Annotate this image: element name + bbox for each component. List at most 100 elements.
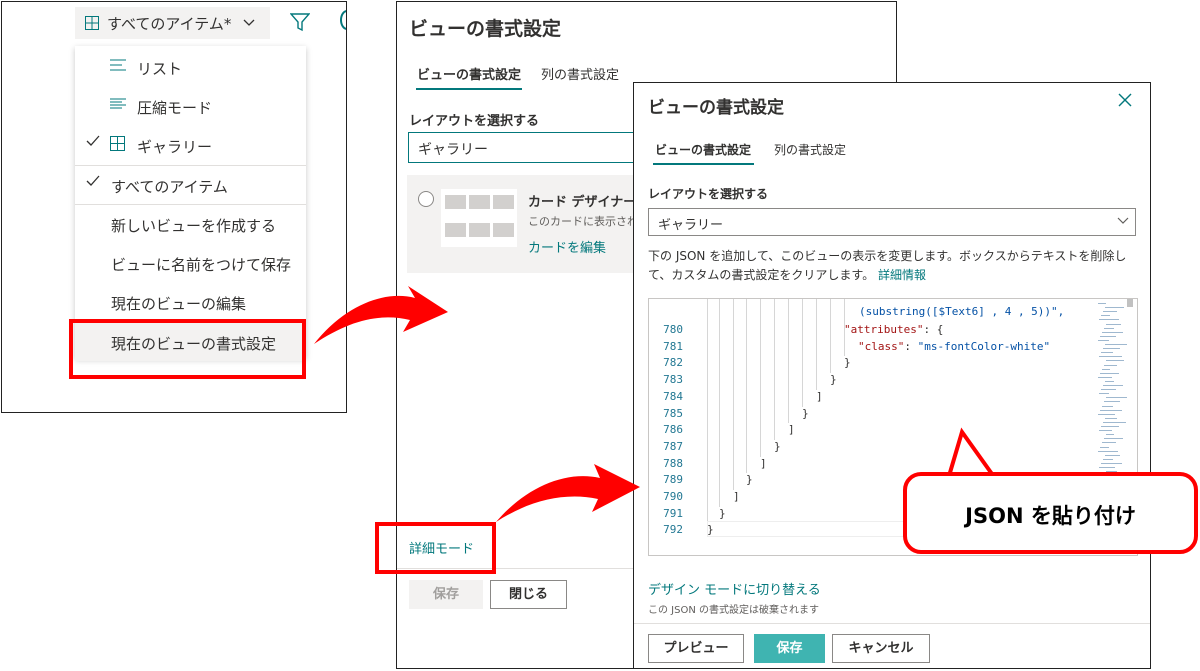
chevron-down-icon <box>243 19 255 26</box>
minimap-line <box>1101 426 1119 427</box>
minimap-line <box>1099 467 1115 468</box>
edit-card-link[interactable]: カードを編集 <box>528 237 606 256</box>
save-button[interactable]: 保存 <box>409 580 483 609</box>
compact-list-icon <box>110 98 126 109</box>
minimap-line <box>1101 315 1110 317</box>
panel-title: ビューの書式設定 <box>648 98 784 118</box>
minimap-line <box>1104 327 1114 329</box>
minimap-line <box>1102 405 1113 407</box>
save-button[interactable]: 保存 <box>754 634 825 663</box>
indent-guide <box>707 299 708 524</box>
code-line: } <box>830 373 837 387</box>
view-switcher-label: すべてのアイテム* <box>107 14 232 33</box>
line-number: 781 <box>663 339 683 353</box>
minimap-line <box>1103 385 1123 386</box>
card-description: このカードに表示され <box>528 215 638 228</box>
menu-item-label: ギャラリー <box>137 138 213 156</box>
line-number: 791 <box>663 506 683 520</box>
view-dropdown-menu: リスト 圧縮モード ギャラリー すべてのアイテム 新しいビューを作成する ビュー… <box>75 46 306 361</box>
menu-item-label: リスト <box>137 60 183 78</box>
minimap-line <box>1098 413 1115 415</box>
tab-underline <box>416 88 522 90</box>
code-token: : <box>904 339 918 353</box>
json-description: 下の JSON を追加して、このビューの表示を変更します。ボックスからテキストを… <box>648 247 1143 285</box>
menu-item-edit-view[interactable]: 現在のビューの編集 <box>75 283 306 321</box>
indent-guide <box>816 299 817 390</box>
code-line: } <box>719 506 726 520</box>
menu-item-label: 圧縮モード <box>137 99 213 117</box>
minimap-line <box>1106 434 1114 436</box>
minimap-line <box>1100 372 1119 374</box>
gallery-grid-icon <box>110 136 125 151</box>
tab-format-view[interactable]: ビューの書式設定 <box>655 141 751 158</box>
line-number: 789 <box>663 473 683 487</box>
minimap-line <box>1104 401 1120 403</box>
minimap-line <box>1104 438 1123 440</box>
minimap-line <box>1103 458 1113 460</box>
code-line: ] <box>788 423 795 437</box>
minimap-line <box>1106 397 1127 399</box>
layout-select[interactable]: ギャラリー <box>648 208 1136 236</box>
tab-format-view[interactable]: ビューの書式設定 <box>417 64 521 83</box>
minimap-line <box>1105 454 1120 456</box>
tab-format-columns[interactable]: 列の書式設定 <box>541 64 619 83</box>
indent-guide <box>802 299 803 407</box>
minimap-line <box>1099 356 1122 358</box>
preview-button[interactable]: プレビュー <box>648 634 744 663</box>
minimap-line <box>1099 393 1109 395</box>
footer-divider <box>634 623 1150 624</box>
code-token: "class" <box>858 339 905 353</box>
minimap-line <box>1098 303 1106 304</box>
code-line: ] <box>816 389 823 403</box>
menu-item-compact[interactable]: 圧縮モード <box>75 87 306 125</box>
menu-item-gallery[interactable]: ギャラリー <box>75 126 306 164</box>
minimap-line <box>1099 430 1112 432</box>
code-line: ] <box>733 490 740 503</box>
more-info-link[interactable]: 詳細情報 <box>878 268 926 282</box>
menu-item-label: 現在のビューの編集 <box>111 295 247 313</box>
editor-scrollbar[interactable] <box>1127 299 1133 307</box>
info-icon[interactable] <box>340 10 346 30</box>
close-button[interactable]: 閉じる <box>490 580 567 609</box>
minimap-line <box>1098 376 1112 378</box>
minimap-line <box>1102 442 1116 444</box>
view-switcher-button[interactable]: すべてのアイテム* <box>75 7 270 39</box>
tab-underline <box>653 163 754 165</box>
card-thumbnail <box>441 189 517 247</box>
line-number: 792 <box>663 523 683 537</box>
design-mode-link[interactable]: デザイン モードに切り替える <box>648 579 821 598</box>
line-number: 782 <box>663 356 683 370</box>
card-title: カード デザイナー <box>528 195 637 210</box>
menu-item-create-view[interactable]: 新しいビューを作成する <box>75 205 306 243</box>
indent-guide <box>788 299 789 424</box>
command-bar: すべてのアイテム* <box>2 2 346 46</box>
menu-item-label: すべてのアイテム <box>111 178 228 196</box>
minimap-line <box>1100 335 1116 337</box>
indent-guide <box>760 299 761 457</box>
code-token: "ms-fontColor-white" <box>917 339 1051 353</box>
minimap-line <box>1101 462 1122 464</box>
menu-item-list[interactable]: リスト <box>75 48 306 86</box>
layout-label: レイアウトを選択する <box>409 114 540 129</box>
layout-select[interactable]: ギャラリー <box>408 132 648 163</box>
cancel-button[interactable]: キャンセル <box>832 634 930 663</box>
layout-label: レイアウトを選択する <box>648 187 769 201</box>
discard-warning: この JSON の書式設定は破棄されます <box>648 605 820 616</box>
card-radio[interactable] <box>418 191 434 207</box>
line-number: 785 <box>663 406 683 420</box>
menu-item-all-items[interactable]: すべてのアイテム <box>75 166 306 204</box>
line-number: 787 <box>663 439 683 453</box>
indent-guide <box>746 299 747 474</box>
line-number: 788 <box>663 456 683 470</box>
minimap-line <box>1105 344 1127 345</box>
menu-item-save-view-as[interactable]: ビューに名前をつけて保存 <box>75 244 306 282</box>
format-view-panel-front: ビューの書式設定 ビューの書式設定 列の書式設定 レイアウトを選択する ギャラリ… <box>633 82 1151 669</box>
code-token: "attributes" <box>844 323 924 336</box>
filter-icon[interactable] <box>290 12 310 32</box>
minimap-line <box>1098 450 1118 452</box>
minimap-line <box>1102 331 1123 333</box>
minimap-line <box>1100 446 1109 448</box>
close-icon[interactable] <box>1118 93 1132 107</box>
tab-format-columns[interactable]: 列の書式設定 <box>774 141 846 158</box>
minimap-line <box>1103 421 1126 423</box>
